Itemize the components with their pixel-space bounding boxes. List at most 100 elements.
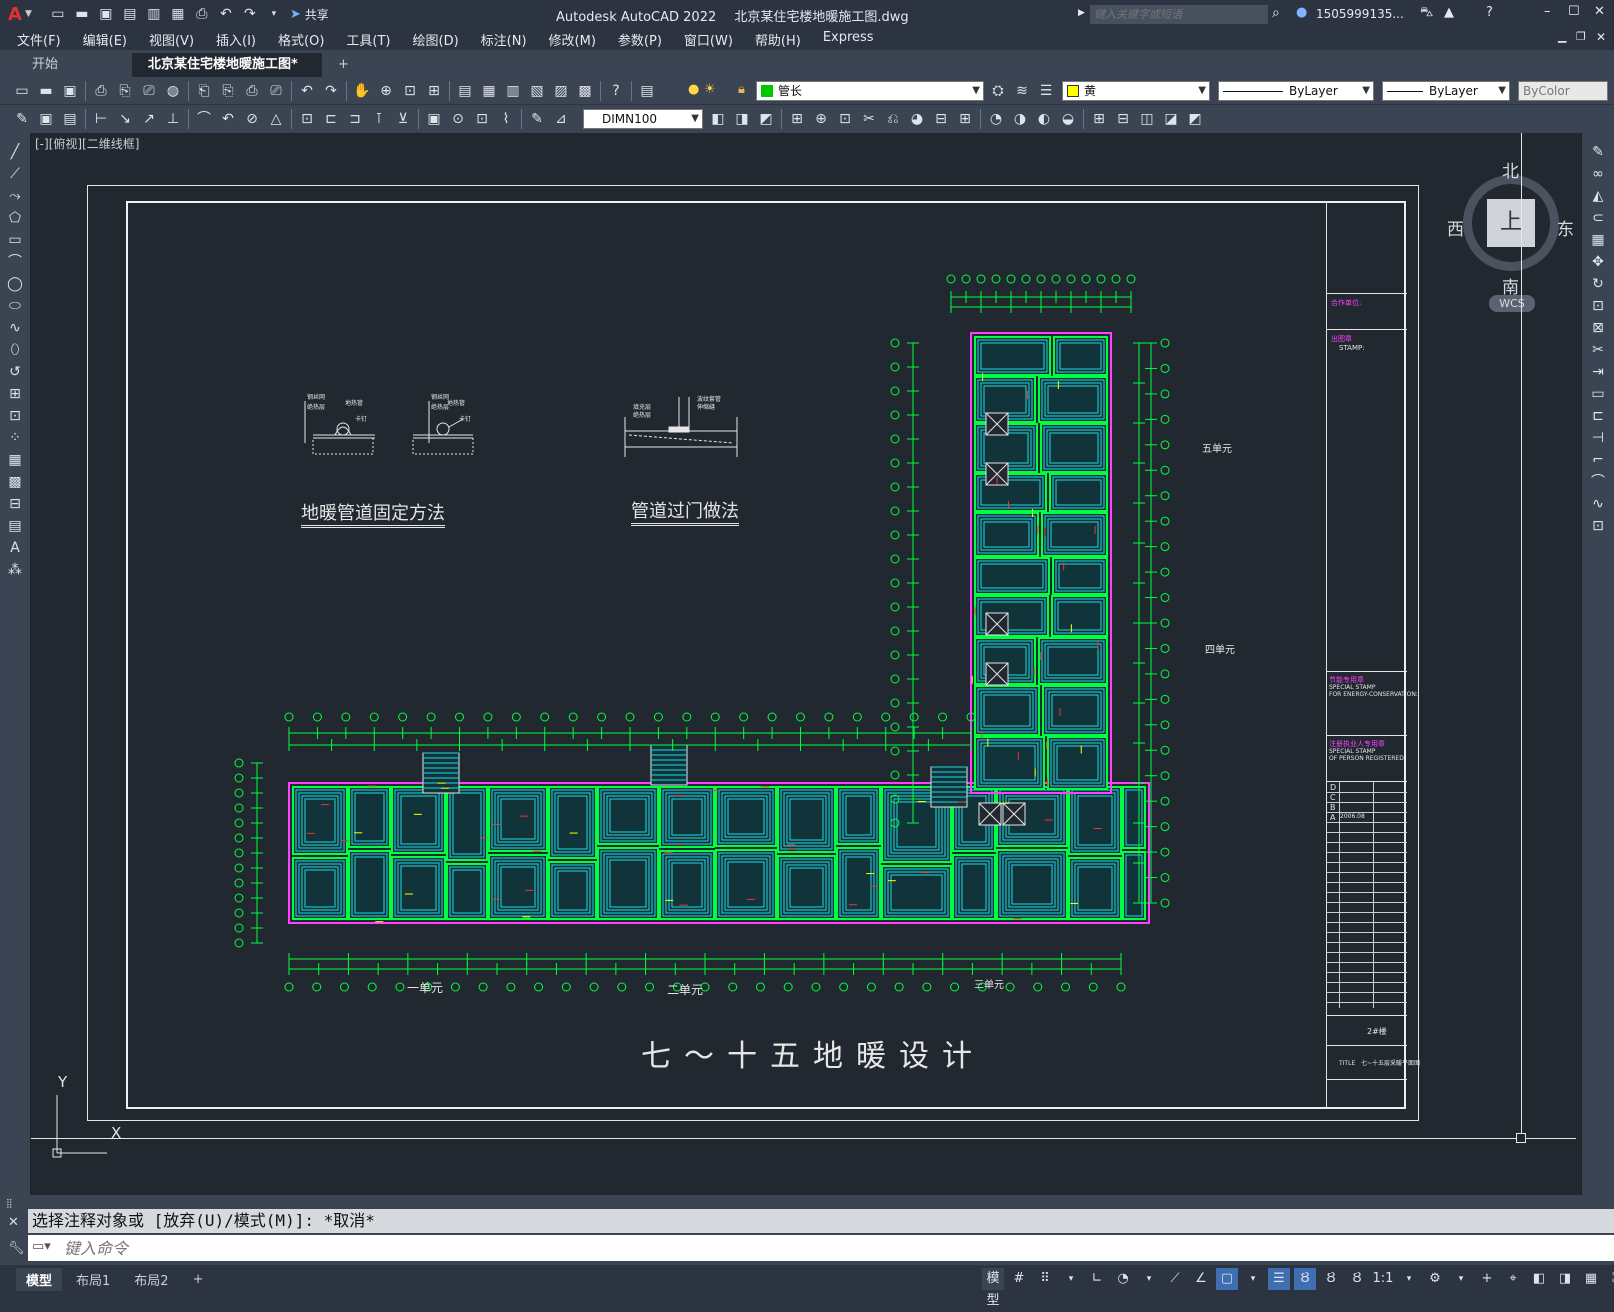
- annotation-visibility-icon[interactable]: Ȣ: [1294, 1268, 1316, 1290]
- tool-icon[interactable]: ⎙: [90, 80, 112, 102]
- tool-icon[interactable]: ▤: [3, 515, 27, 537]
- tool-icon[interactable]: ⊞: [954, 108, 976, 130]
- tool-icon[interactable]: ↶: [296, 80, 318, 102]
- tool-icon[interactable]: ⟋: [3, 163, 27, 185]
- layer-states-icon[interactable]: ☰: [1035, 80, 1057, 102]
- snap-icon[interactable]: ⠿: [1034, 1268, 1056, 1290]
- publish-icon[interactable]: ▦: [167, 3, 189, 25]
- layer-light-icon[interactable]: ●: [688, 82, 699, 97]
- tab-active-drawing[interactable]: 北京某住宅楼地暖施工图* ×: [132, 53, 322, 96]
- user-name[interactable]: 1505999135...: [1316, 7, 1404, 21]
- share-icon[interactable]: ➤: [290, 7, 301, 22]
- annotation-scale-icon[interactable]: Ȣ: [1346, 1268, 1368, 1290]
- add-icon[interactable]: +: [1476, 1268, 1498, 1290]
- menu-item[interactable]: 参数(P): [618, 30, 662, 49]
- tool-icon[interactable]: ⊞: [1088, 108, 1110, 130]
- snap-dropdown-icon[interactable]: ▾: [1060, 1268, 1082, 1290]
- isodraft-icon[interactable]: ⟋: [1164, 1268, 1186, 1290]
- tool-icon[interactable]: ▤: [636, 80, 658, 102]
- dimstyle-combo[interactable]: DIMN100 ▼: [583, 109, 703, 129]
- grid-icon[interactable]: #: [1008, 1268, 1030, 1290]
- viewcube-west[interactable]: 西: [1447, 215, 1464, 240]
- ortho-icon[interactable]: ∟: [1086, 1268, 1108, 1290]
- tool-icon[interactable]: ⎚: [265, 80, 287, 102]
- menu-item[interactable]: 标注(N): [481, 30, 527, 49]
- floor-heating-plan[interactable]: [231, 263, 1331, 1023]
- tool-icon[interactable]: ⊕: [375, 80, 397, 102]
- tool-icon[interactable]: ◑: [1009, 108, 1031, 130]
- plot-preview-icon[interactable]: ▥: [143, 3, 165, 25]
- tool-icon[interactable]: ▣: [59, 80, 81, 102]
- search-expand-icon[interactable]: ▶: [1078, 8, 1085, 18]
- share-button[interactable]: 共享: [305, 6, 329, 23]
- layout-tab[interactable]: 布局2: [124, 1268, 178, 1291]
- tool-icon[interactable]: ⎚: [138, 80, 160, 102]
- tool-icon[interactable]: ⊘: [241, 108, 263, 130]
- save-as-icon[interactable]: ▤: [119, 3, 141, 25]
- polar-dropdown-icon[interactable]: ▾: [1138, 1268, 1160, 1290]
- viewcube-east[interactable]: 东: [1557, 215, 1574, 240]
- tool-icon[interactable]: ▣: [423, 108, 445, 130]
- tool-icon[interactable]: ▤: [454, 80, 476, 102]
- minimize-icon[interactable]: –: [1544, 4, 1551, 19]
- add-layout-icon[interactable]: +: [193, 1272, 204, 1287]
- osnap-icon[interactable]: ▢: [1216, 1268, 1238, 1290]
- tool-icon[interactable]: ⊏: [320, 108, 342, 130]
- auto-scale-icon[interactable]: Ȣ: [1320, 1268, 1342, 1290]
- tool-icon[interactable]: ✎: [1586, 141, 1610, 163]
- osnap-dropdown-icon[interactable]: ▾: [1242, 1268, 1264, 1290]
- workspace-gear-icon[interactable]: ⚙: [1424, 1268, 1446, 1290]
- tool-icon[interactable]: ◕: [906, 108, 928, 130]
- color-combo[interactable]: 黄 ▼: [1062, 81, 1210, 101]
- tool-icon[interactable]: ▧: [526, 80, 548, 102]
- tool-icon[interactable]: ⊡: [1586, 515, 1610, 537]
- maximize-icon[interactable]: ☐: [1568, 4, 1580, 19]
- save-icon[interactable]: ▣: [95, 3, 117, 25]
- new-tab-button[interactable]: +: [322, 53, 365, 77]
- tool-icon[interactable]: ⊡: [296, 108, 318, 130]
- tool-icon[interactable]: ⎌: [882, 108, 904, 130]
- tool-icon[interactable]: ⬯: [3, 339, 27, 361]
- open-icon[interactable]: ▬: [71, 3, 93, 25]
- tool-icon[interactable]: ⬠: [3, 207, 27, 229]
- tool-icon[interactable]: ⌒: [3, 251, 27, 273]
- tool-icon[interactable]: ▬: [35, 80, 57, 102]
- tool-icon[interactable]: ⊻: [392, 108, 414, 130]
- model-space-button[interactable]: 模型: [982, 1268, 1004, 1308]
- tool-icon[interactable]: ⌒: [1586, 471, 1610, 493]
- scale-dropdown-icon[interactable]: ▾: [1398, 1268, 1420, 1290]
- layer-combo[interactable]: 管长 ▼: [756, 81, 984, 101]
- command-input[interactable]: [64, 1237, 1564, 1259]
- cart-icon[interactable]: ⛍: [1420, 5, 1433, 22]
- tool-icon[interactable]: ⊙: [447, 108, 469, 130]
- menu-item[interactable]: 视图(V): [149, 30, 194, 49]
- tool-icon[interactable]: ⊿: [550, 108, 572, 130]
- tool-icon[interactable]: ▦: [478, 80, 500, 102]
- tool-icon[interactable]: ⊥: [162, 108, 184, 130]
- help-icon[interactable]: ?: [1486, 5, 1493, 20]
- viewcube[interactable]: 上 北 南 东 西 WCS: [1441, 151, 1581, 321]
- tool-icon[interactable]: ⊡: [1586, 295, 1610, 317]
- doc-close-icon[interactable]: ✕: [1596, 30, 1606, 44]
- tool-icon[interactable]: ⊞: [786, 108, 808, 130]
- tool-icon[interactable]: ◩: [1184, 108, 1206, 130]
- menu-item[interactable]: 工具(T): [346, 30, 390, 49]
- redo-icon[interactable]: ↷: [239, 3, 261, 25]
- quick-properties-icon[interactable]: ◧: [1528, 1268, 1550, 1290]
- layer-sun-icon[interactable]: ☀: [704, 82, 716, 97]
- menu-item[interactable]: 插入(I): [216, 30, 256, 49]
- tool-icon[interactable]: ✂: [1586, 339, 1610, 361]
- command-grip-icon[interactable]: ⣿: [6, 1199, 13, 1209]
- user-icon[interactable]: ●: [1296, 5, 1307, 20]
- menu-item[interactable]: 格式(O): [278, 30, 324, 49]
- viewport-controls[interactable]: [-][俯视][二维线框]: [35, 135, 139, 152]
- doc-restore-icon[interactable]: ❐: [1576, 30, 1586, 43]
- tool-icon[interactable]: ▣: [35, 108, 57, 130]
- doc-minimize-icon[interactable]: ▁: [1558, 30, 1566, 43]
- tool-icon[interactable]: ◧: [707, 108, 729, 130]
- layout-tab[interactable]: 模型: [16, 1267, 63, 1291]
- layout-tab[interactable]: 布局1: [66, 1268, 120, 1291]
- match-layer-icon[interactable]: ⛭: [987, 80, 1009, 102]
- linetype-combo[interactable]: ByLayer ▼: [1218, 81, 1374, 101]
- tool-icon[interactable]: ∿: [3, 317, 27, 339]
